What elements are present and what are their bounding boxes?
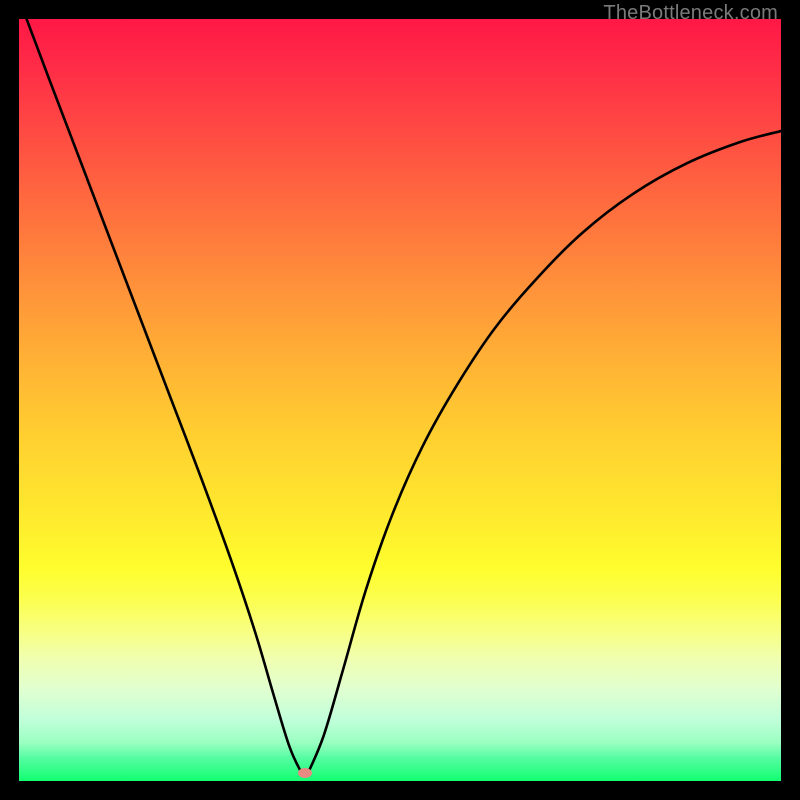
watermark-text: TheBottleneck.com: [603, 2, 778, 25]
plot-area: [19, 19, 781, 781]
chart-frame: TheBottleneck.com: [0, 0, 800, 800]
bottleneck-curve: [27, 19, 781, 772]
curve-svg: [19, 19, 781, 781]
